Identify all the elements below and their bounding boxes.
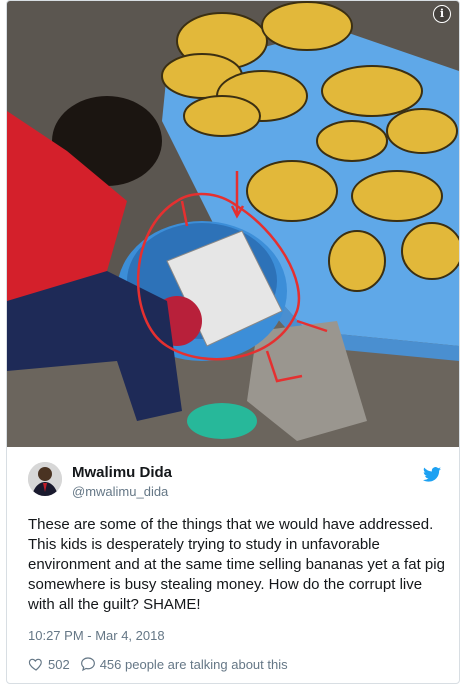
tweet-timestamp[interactable]: 10:27 PM - Mar 4, 2018 (28, 628, 165, 643)
author-handle[interactable]: @mwalimu_dida (72, 484, 168, 499)
tweet-meta: Mwalimu Dida @mwalimu_dida These are som… (7, 447, 459, 683)
tweet-text: These are some of the things that we wou… (28, 516, 445, 613)
tweet-photo[interactable]: i (7, 1, 459, 447)
conversation-text[interactable]: 456 people are talking about this (100, 657, 288, 672)
twitter-bird-icon[interactable] (423, 467, 441, 482)
tweet-card: i Mwalimu Dida @mwalimu_dida These are s… (6, 0, 460, 684)
author-name[interactable]: Mwalimu Dida (72, 464, 172, 481)
info-icon[interactable]: i (433, 5, 451, 23)
heart-icon[interactable] (28, 656, 44, 672)
reply-bubble-icon[interactable] (80, 656, 96, 672)
like-count[interactable]: 502 (48, 657, 70, 672)
avatar[interactable] (28, 462, 62, 496)
tweet-actions: 502 456 people are talking about this (28, 655, 298, 673)
